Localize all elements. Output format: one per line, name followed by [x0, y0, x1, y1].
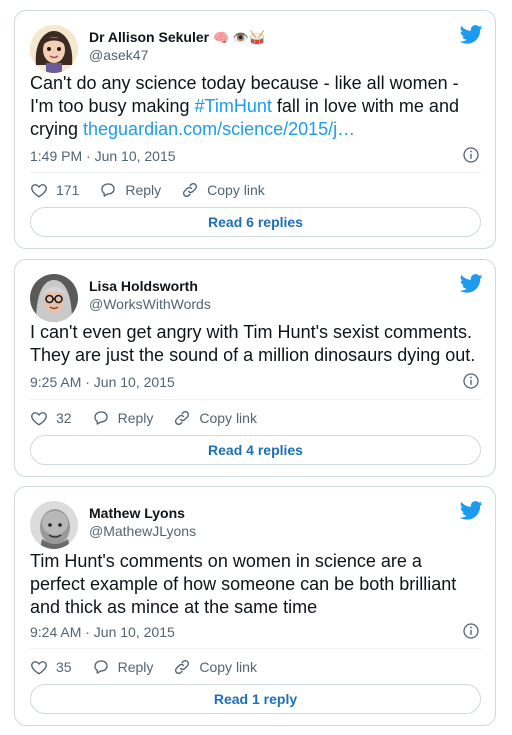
twitter-bird-icon[interactable] [460, 25, 483, 44]
copy-link-button[interactable]: Copy link [181, 181, 265, 199]
reply-button[interactable]: Reply [99, 181, 161, 199]
copy-link-button[interactable]: Copy link [173, 409, 257, 427]
hashtag-link[interactable]: #TimHunt [195, 96, 272, 116]
info-icon[interactable] [463, 623, 479, 639]
action-bar: 32 Reply Copy link [30, 409, 257, 427]
twitter-bird-icon[interactable] [460, 501, 483, 520]
author-name[interactable]: Dr Allison Sekuler 🧠 👁️🥁 [89, 28, 265, 47]
avatar[interactable] [30, 501, 78, 549]
reply-label: Reply [117, 410, 154, 426]
like-count: 171 [56, 182, 80, 198]
reply-label: Reply [125, 182, 162, 198]
reply-label: Reply [117, 659, 154, 675]
heart-icon [31, 184, 47, 198]
author-handle[interactable]: @WorksWithWords [89, 295, 211, 313]
copy-link-label: Copy link [207, 182, 265, 198]
like-button[interactable]: 171 [30, 181, 79, 199]
twitter-bird-icon[interactable] [460, 274, 483, 293]
copy-link-icon [175, 410, 190, 426]
reply-button[interactable]: Reply [92, 409, 154, 427]
copy-link-label: Copy link [199, 410, 257, 426]
author-name[interactable]: Mathew Lyons [89, 504, 185, 522]
read-replies-button[interactable]: Read 4 replies [30, 435, 481, 465]
reply-bubble-icon [93, 660, 108, 674]
heart-icon [31, 412, 47, 426]
copy-link-icon [183, 182, 198, 198]
like-count: 35 [56, 659, 72, 675]
tweet-text: Tim Hunt's comments on women in science … [30, 551, 457, 617]
divider [30, 172, 481, 173]
tweet-text: I can't even get angry with Tim Hunt's s… [30, 322, 476, 365]
heart-icon [31, 661, 47, 675]
divider [30, 648, 481, 649]
article-link[interactable]: theguardian.com/science/2015/j… [83, 119, 355, 139]
author-name[interactable]: Lisa Holdsworth [89, 277, 198, 295]
tweet-card: Dr Allison Sekuler 🧠 👁️🥁 @asek47 Can't do… [14, 10, 496, 249]
avatar[interactable] [30, 274, 78, 322]
read-replies-button[interactable]: Read 1 reply [30, 684, 481, 714]
action-bar: 35 Reply Copy link [30, 658, 257, 676]
like-button[interactable]: 32 [30, 409, 72, 427]
tweet-card: Lisa Holdsworth @WorksWithWords I can't … [14, 259, 496, 477]
divider [30, 399, 481, 400]
like-button[interactable]: 35 [30, 658, 72, 676]
reply-bubble-icon [101, 183, 116, 197]
avatar[interactable] [30, 25, 78, 73]
like-count: 32 [56, 410, 72, 426]
timestamp[interactable]: 9:24 AM · Jun 10, 2015 [30, 623, 175, 641]
copy-link-button[interactable]: Copy link [173, 658, 257, 676]
author-name-text[interactable]: Dr Allison Sekuler [89, 29, 209, 45]
timestamp[interactable]: 1:49 PM · Jun 10, 2015 [30, 147, 176, 165]
info-icon[interactable] [463, 147, 479, 163]
info-icon[interactable] [463, 373, 479, 389]
tweet-card: Mathew Lyons @MathewJLyons Tim Hunt's co… [14, 486, 496, 726]
author-handle[interactable]: @asek47 [89, 46, 148, 64]
tweet-text: Can't do any science today because - lik… [30, 72, 481, 141]
name-emoji: 🧠 👁️🥁 [213, 30, 266, 45]
copy-link-icon [175, 659, 190, 675]
action-bar: 171 Reply Copy link [30, 181, 265, 199]
copy-link-label: Copy link [199, 659, 257, 675]
read-replies-button[interactable]: Read 6 replies [30, 207, 481, 237]
reply-button[interactable]: Reply [92, 658, 154, 676]
reply-bubble-icon [93, 411, 108, 425]
timestamp[interactable]: 9:25 AM · Jun 10, 2015 [30, 373, 175, 391]
author-handle[interactable]: @MathewJLyons [89, 522, 196, 540]
